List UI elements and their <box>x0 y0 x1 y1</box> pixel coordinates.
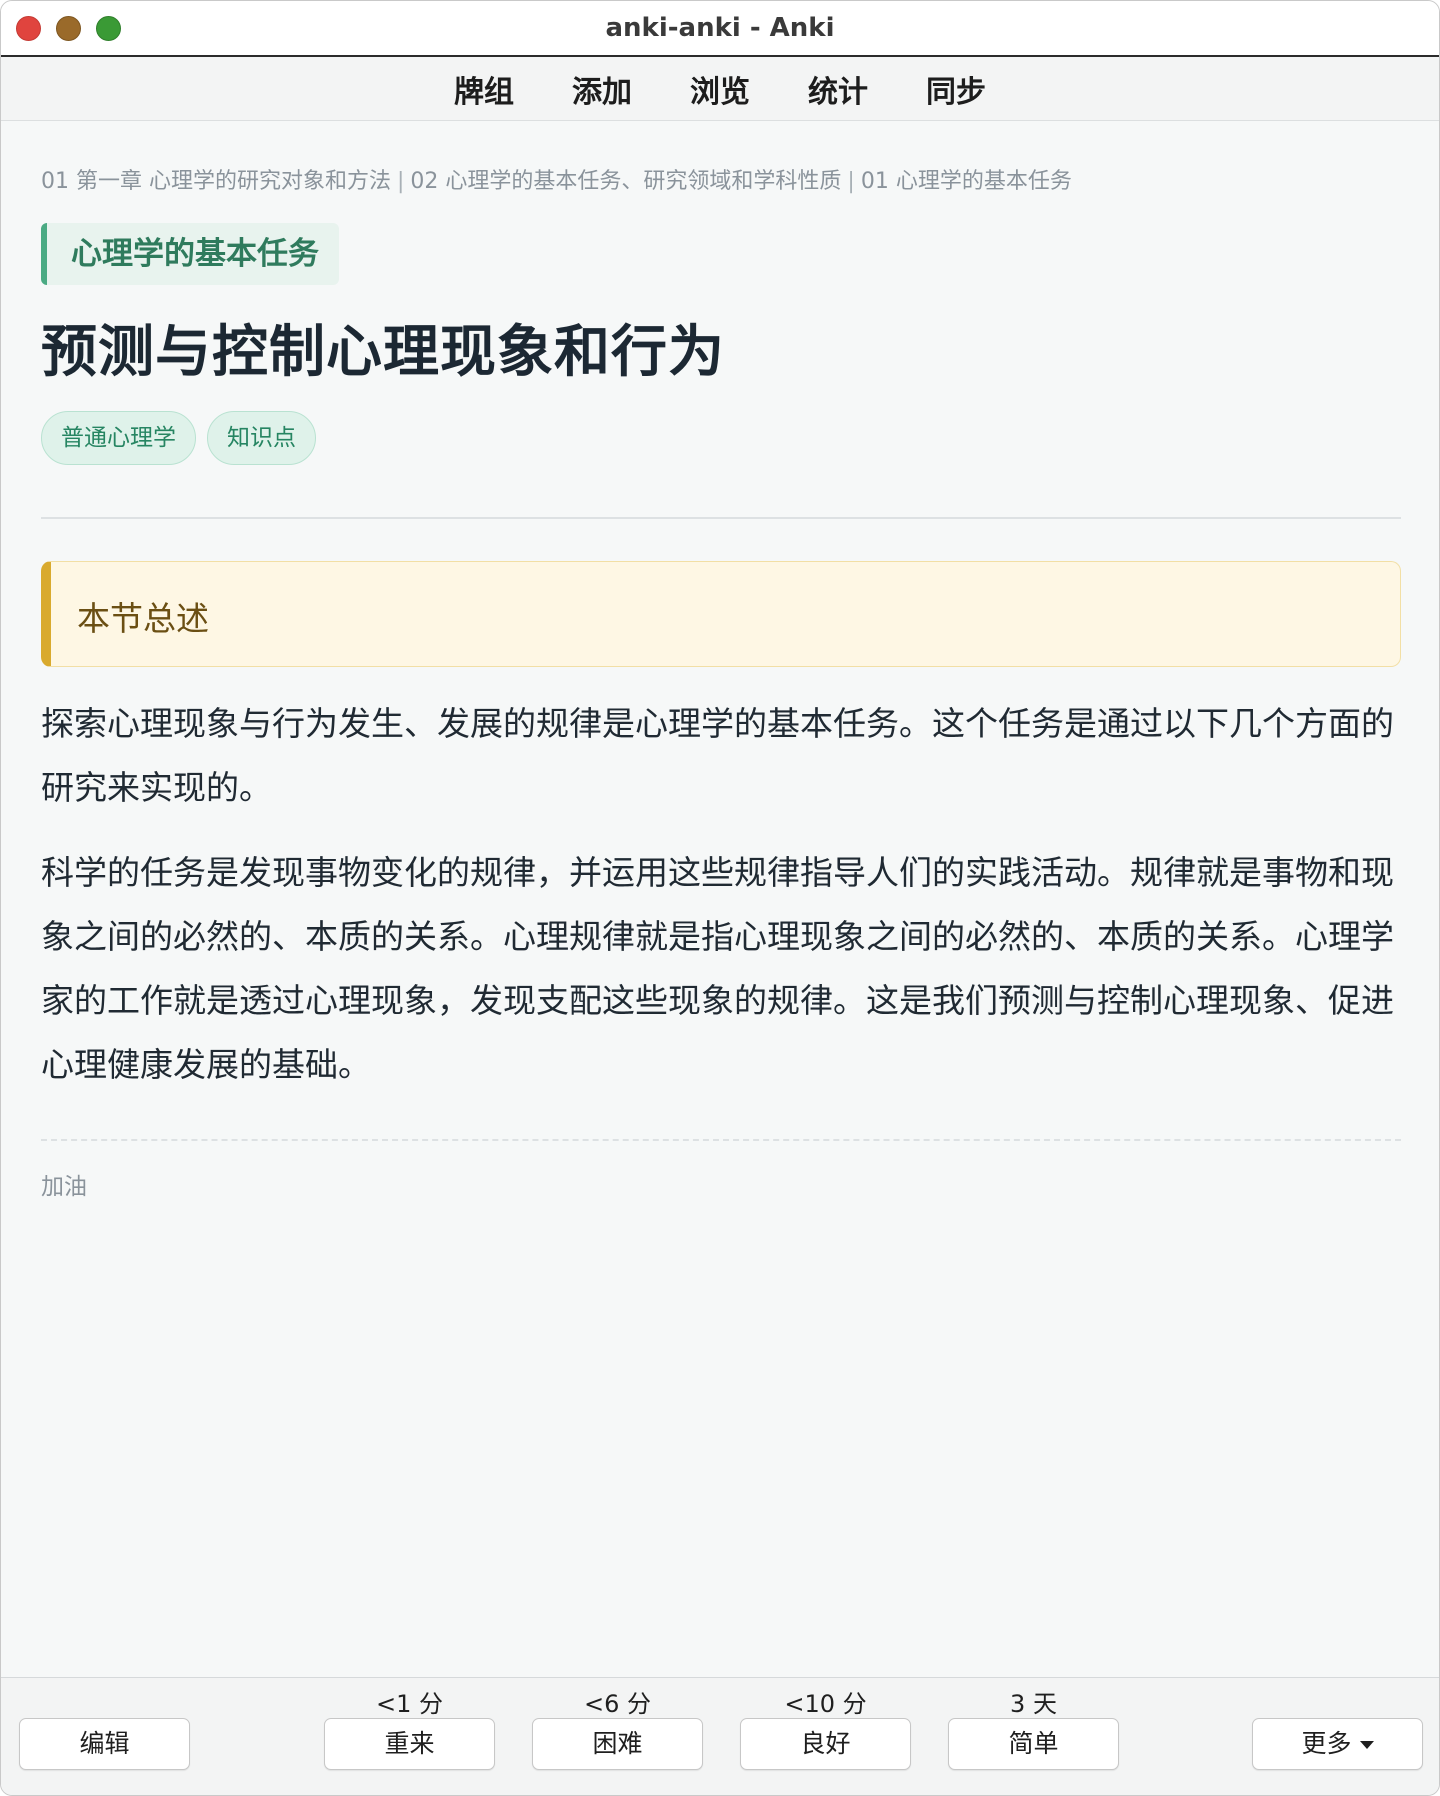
breadcrumb-item-chapter: 01 第一章 心理学的研究对象和方法 <box>41 169 391 194</box>
nav-browse[interactable]: 浏览 <box>661 67 779 111</box>
summary-title: 本节总述 <box>77 599 209 638</box>
hard-button[interactable]: 困难 <box>532 1718 703 1770</box>
more-button-label: 更多 <box>1301 1729 1352 1758</box>
interval-good: <10 分 <box>784 1690 867 1718</box>
bottom-bar: 编辑 <1 分 重来 <6 分 困难 <10 分 良好 3 天 简单 更多 <box>1 1677 1439 1795</box>
paragraph-body: 科学的任务是发现事物变化的规律，并运用这些规律指导人们的实践活动。规律就是事物和… <box>41 853 1394 1084</box>
interval-again: <1 分 <box>375 1690 443 1718</box>
summary-box: 本节总述 <box>41 561 1401 667</box>
chevron-down-icon <box>1359 1741 1374 1749</box>
interval-hard: <6 分 <box>583 1690 651 1718</box>
nav-add[interactable]: 添加 <box>543 67 661 111</box>
tag-list: 普通心理学 知识点 <box>41 411 316 465</box>
breadcrumb-item-topic: 01 心理学的基本任务 <box>860 169 1072 194</box>
easy-button-label: 简单 <box>1008 1729 1059 1758</box>
nav-sync[interactable]: 同步 <box>897 67 1015 111</box>
good-button[interactable]: 良好 <box>740 1718 911 1770</box>
more-button[interactable]: 更多 <box>1252 1718 1423 1770</box>
tag-chip: 知识点 <box>207 411 316 465</box>
breadcrumb-item-section: 02 心理学的基本任务、研究领域和学科性质 <box>410 169 842 194</box>
anki-window: anki-anki - Anki 牌组 添加 浏览 统计 同步 01 第一章 心… <box>0 0 1440 1796</box>
divider <box>41 517 1401 519</box>
edit-button[interactable]: 编辑 <box>19 1718 190 1770</box>
dashed-divider <box>41 1139 1401 1141</box>
hard-button-label: 困难 <box>592 1729 643 1758</box>
interval-easy: 3 天 <box>1010 1690 1057 1718</box>
footnote: 加油 <box>41 1174 87 1200</box>
title-bar: anki-anki - Anki <box>1 1 1439 57</box>
nav-stats[interactable]: 统计 <box>779 67 897 111</box>
edit-button-label: 编辑 <box>79 1729 130 1758</box>
good-button-label: 良好 <box>800 1729 851 1758</box>
tag-chip: 普通心理学 <box>41 411 196 465</box>
nav-decks[interactable]: 牌组 <box>425 67 543 111</box>
breadcrumb-separator: | <box>396 169 405 194</box>
window-title: anki-anki - Anki <box>605 13 835 43</box>
paragraph-intro: 探索心理现象与行为发生、发展的规律是心理学的基本任务。这个任务是通过以下几个方面… <box>41 704 1394 807</box>
card-title: 预测与控制心理现象和行为 <box>41 320 725 385</box>
top-nav: 牌组 添加 浏览 统计 同步 <box>1 57 1439 121</box>
again-button[interactable]: 重来 <box>324 1718 495 1770</box>
breadcrumb-separator: | <box>847 169 855 194</box>
again-button-label: 重来 <box>384 1729 435 1758</box>
easy-button[interactable]: 简单 <box>948 1718 1119 1770</box>
section-tag: 心理学的基本任务 <box>41 223 339 285</box>
breadcrumb: 01 第一章 心理学的研究对象和方法 | 02 心理学的基本任务、研究领域和学科性质… <box>41 163 1072 195</box>
